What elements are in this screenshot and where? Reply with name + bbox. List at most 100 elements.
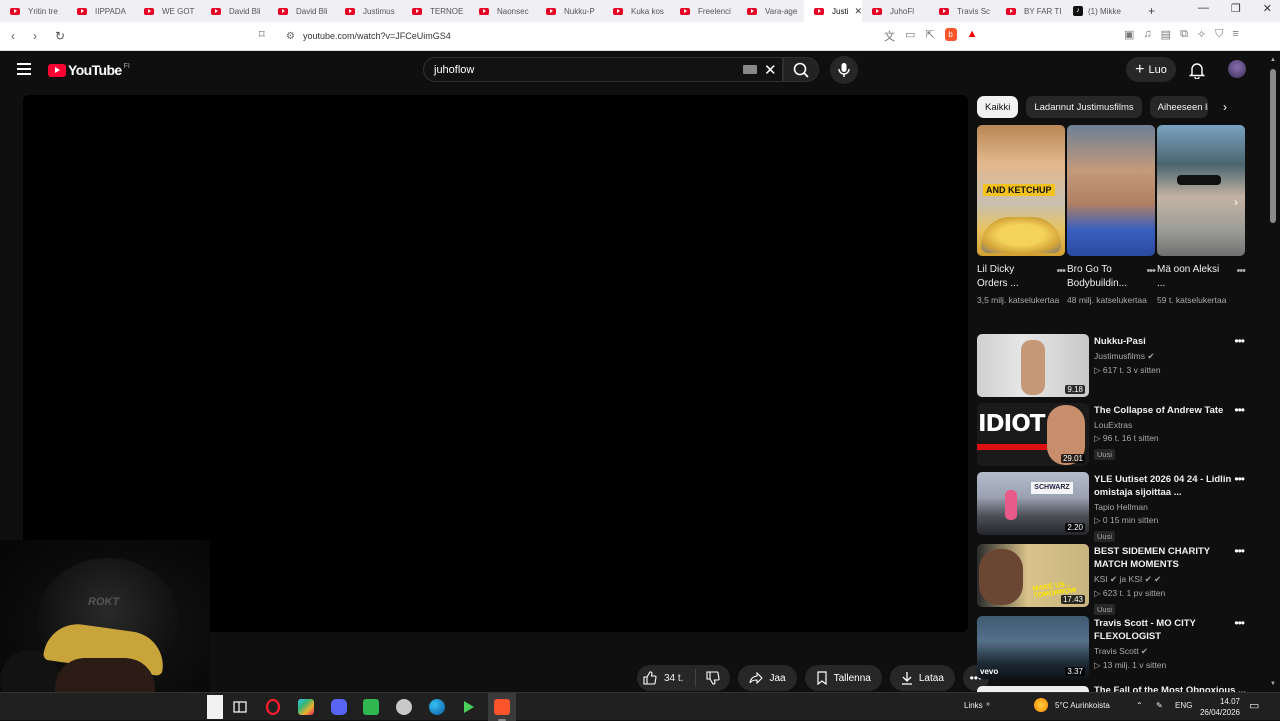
browser-tab[interactable]: Naonsec [469,0,536,22]
browser-tab[interactable]: TERNOE [402,0,469,22]
browser-tab[interactable]: Justi ✕ [804,0,862,22]
media-icon[interactable]: ♫ [1143,28,1151,41]
dislike-button[interactable] [696,671,730,685]
cast-icon[interactable]: ▭ [905,28,915,44]
list-item[interactable]: vevo 3.37 Travis Scott - MO CITY FLEXOLOG… [977,616,1252,680]
links-toolbar[interactable]: Links [964,701,983,710]
video-title[interactable]: Nukku-Pasi [1094,335,1234,348]
short-thumbnail[interactable]: AND KETCHUP [977,125,1065,256]
download-button[interactable]: Lataa [889,665,955,691]
search-input[interactable]: juhoflow ✕ [423,57,783,82]
more-vert-icon[interactable]: ••• [1056,265,1066,291]
notifications-icon[interactable] [1188,61,1206,84]
list-item[interactable]: SCHWARZ 2.20 YLE Uutiset 2026 04 24 - Lid… [977,472,1252,542]
chip-related[interactable]: Aiheeseen li [1149,96,1208,118]
guide-menu-icon[interactable] [17,63,31,78]
browser-tab[interactable]: Kuka kos [603,0,670,22]
more-vert-icon[interactable]: ••• [1236,265,1246,291]
short-title[interactable]: Mä oon Aleksi ... [1157,263,1227,291]
video-title[interactable]: Travis Scott - MO CITY FLEXOLOGIST [1094,617,1234,643]
brave-shields-icon[interactable]: b [944,28,957,41]
more-vert-icon[interactable]: ••• [1234,616,1245,630]
browser-tab[interactable]: David Bli [268,0,335,22]
avatar[interactable] [1228,60,1246,78]
list-item[interactable]: 9.18 Nukku-Pasi Justimusfilms ✔ ▷ 617 t.… [977,334,1252,398]
app-icon[interactable] [298,699,314,715]
language-indicator[interactable]: ENG [1175,701,1192,710]
browser-tab[interactable]: Justimus [335,0,402,22]
chevron-right-icon[interactable]: › [1223,100,1227,114]
browser-tab[interactable]: Travis Sc [929,0,996,22]
app-green-icon[interactable] [363,699,379,715]
edge-icon[interactable] [429,699,445,715]
weather-text[interactable]: 5°C Aurinkoista [1055,701,1110,710]
brave-rewards-icon[interactable]: ▲ [967,28,978,44]
taskbar-search-box[interactable] [207,695,223,719]
list-item[interactable]: MAKE US... TOMORROW 17.43 BEST SIDEMEN CH… [977,544,1252,615]
extensions-icon[interactable]: ✧ [1197,28,1206,41]
more-vert-icon[interactable]: ••• [1146,265,1156,291]
channel-name[interactable]: Tapio Hellman [1094,502,1234,512]
more-vert-icon[interactable]: ••• [1234,472,1245,486]
browser-tab[interactable]: WE GOT [134,0,201,22]
search-button[interactable] [783,57,819,82]
more-vert-icon[interactable]: ••• [1234,334,1245,348]
play-store-icon[interactable] [461,699,477,715]
browser-tab[interactable]: IIPPADA [67,0,134,22]
shorts-next-icon[interactable]: › [1234,195,1250,215]
chip-all[interactable]: Kaikki [977,96,1019,118]
voice-search-button[interactable] [830,56,858,84]
forward-icon[interactable]: › [33,29,44,43]
create-button[interactable]: + Luo [1126,57,1176,82]
channel-name[interactable]: LouExtras [1094,420,1234,430]
video-thumbnail[interactable]: vevo 3.37 [977,616,1089,679]
short-thumbnail[interactable] [1157,125,1245,256]
screenshot-icon[interactable]: ⧉ [1180,28,1188,41]
new-tab-button[interactable]: + [1148,4,1155,18]
discord-icon[interactable] [331,699,347,715]
browser-tab[interactable]: Yritin tre [0,0,67,22]
maximize-icon[interactable]: ❐ [1231,2,1241,15]
scroll-up-icon[interactable]: ▲ [1270,57,1276,63]
notification-center-icon[interactable]: ▭ [1249,699,1259,712]
video-thumbnail[interactable]: MAKE US... TOMORROW 17.43 [977,544,1089,607]
short-item[interactable]: Bro Go To Bodybuildin... ••• 48 milj. ka… [1067,125,1156,307]
minimize-icon[interactable]: — [1198,2,1209,15]
video-thumbnail[interactable]: 9.18 [977,334,1089,397]
save-button[interactable]: Tallenna [804,665,882,691]
short-item[interactable]: Mä oon Aleksi ... ••• 59 t. katselukerta… [1157,125,1246,307]
opera-icon[interactable] [265,698,281,716]
page-scrollbar[interactable]: ▲ ▼ [1266,51,1280,692]
network-icon[interactable]: ✎ [1156,701,1163,710]
share-button[interactable]: Jaa [738,665,797,691]
more-vert-icon[interactable]: ••• [1234,544,1245,558]
browser-tab[interactable]: Freelenci [670,0,737,22]
reload-icon[interactable]: ↻ [55,29,66,43]
vpn-icon[interactable]: ⛉ [1215,28,1223,41]
browser-tab[interactable]: Vara-age [737,0,804,22]
chevron-up-icon[interactable]: ⌃ [1136,701,1143,710]
sidebar-icon[interactable]: ▣ [1124,28,1134,41]
short-item[interactable]: AND KETCHUP Lil Dicky Orders ... ••• 3,5… [977,125,1066,307]
browser-tab[interactable]: BY FAR TI [996,0,1063,22]
more-vert-icon[interactable]: ••• [1234,403,1245,417]
chip-uploaded-by[interactable]: Ladannut Justimusfilms [1026,96,1142,118]
close-window-icon[interactable]: ✕ [1263,2,1272,15]
channel-name[interactable]: Justimusfilms ✔ [1094,351,1234,362]
menu-icon[interactable]: ≡ [1232,28,1238,41]
short-thumbnail[interactable] [1067,125,1155,256]
like-button[interactable]: 34 t. [637,669,697,687]
scrollbar-thumb[interactable] [1270,69,1276,223]
video-title[interactable]: The Collapse of Andrew Tate [1094,404,1234,417]
clear-search-icon[interactable]: ✕ [764,61,777,79]
chevron-right-icon[interactable]: » [986,701,990,708]
back-icon[interactable]: ‹ [11,29,22,43]
channel-name[interactable]: Travis Scott ✔ [1094,646,1234,657]
site-settings-icon[interactable]: ⚙ [286,31,295,42]
video-thumbnail[interactable]: SCHWARZ 2.20 [977,472,1089,535]
clock[interactable]: 14.07 26/04/2026 [1196,696,1240,718]
browser-tab[interactable]: ♪ (1) Mikke [1063,0,1130,22]
browser-tab[interactable]: JuhoFl [862,0,929,22]
youtube-logo[interactable]: YouTube FI [48,62,130,78]
short-title[interactable]: Bro Go To Bodybuildin... [1067,263,1137,291]
